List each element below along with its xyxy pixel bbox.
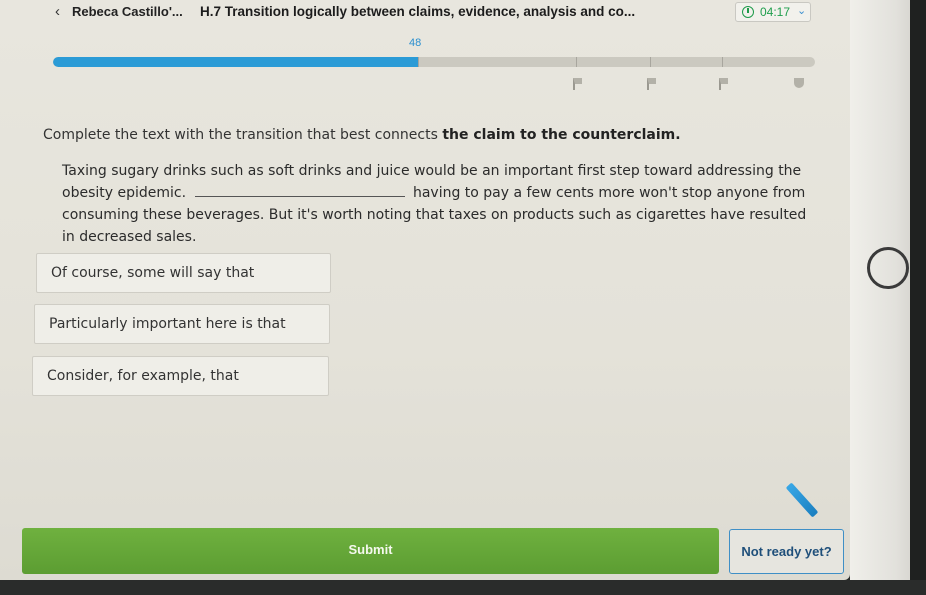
clock-icon: [742, 6, 754, 18]
pencil-icon[interactable]: [785, 482, 819, 518]
progress-tick: [722, 57, 723, 67]
answer-choice[interactable]: Consider, for example, that: [32, 356, 329, 396]
milestone-flag-icon: [573, 78, 582, 90]
progress-tick: [418, 57, 419, 67]
timer-dropdown[interactable]: 04:17 ⌄: [735, 2, 811, 22]
prompt-emphasis: the claim to the counterclaim.: [442, 127, 681, 143]
milestone-flag-icon: [719, 78, 728, 90]
answer-choice[interactable]: Of course, some will say that: [36, 253, 331, 293]
home-button[interactable]: [867, 247, 909, 289]
answer-choice[interactable]: Particularly important here is that: [34, 304, 330, 344]
chevron-down-icon: ⌄: [797, 5, 807, 17]
progress-tick: [576, 57, 577, 67]
not-ready-button[interactable]: Not ready yet?: [729, 529, 844, 574]
tablet-frame: [910, 0, 926, 595]
tablet-bezel: [850, 0, 926, 595]
progress-bar: [53, 57, 815, 67]
top-bar: ‹ Rebeca Castillo'... H.7 Transition log…: [0, 0, 850, 26]
tablet-screen: ‹ Rebeca Castillo'... H.7 Transition log…: [0, 0, 850, 580]
answer-blank: [194, 183, 405, 197]
trophy-icon: [794, 78, 804, 88]
student-name[interactable]: Rebeca Castillo'...: [72, 4, 183, 19]
progress-count: 48: [409, 37, 422, 49]
skill-title: H.7 Transition logically between claims,…: [200, 4, 636, 19]
back-chevron-icon[interactable]: ‹: [55, 2, 71, 22]
milestone-flag-icon: [647, 78, 656, 90]
passage: Taxing sugary drinks such as soft drinks…: [62, 160, 807, 248]
submit-button[interactable]: Submit: [22, 528, 719, 574]
progress-fill: [53, 57, 419, 67]
timer-value: 04:17: [760, 5, 791, 19]
progress-tick: [650, 57, 651, 67]
question-prompt: Complete the text with the transition th…: [43, 127, 681, 143]
prompt-text: Complete the text with the transition th…: [43, 127, 443, 143]
tablet-frame-bottom: [0, 580, 926, 595]
